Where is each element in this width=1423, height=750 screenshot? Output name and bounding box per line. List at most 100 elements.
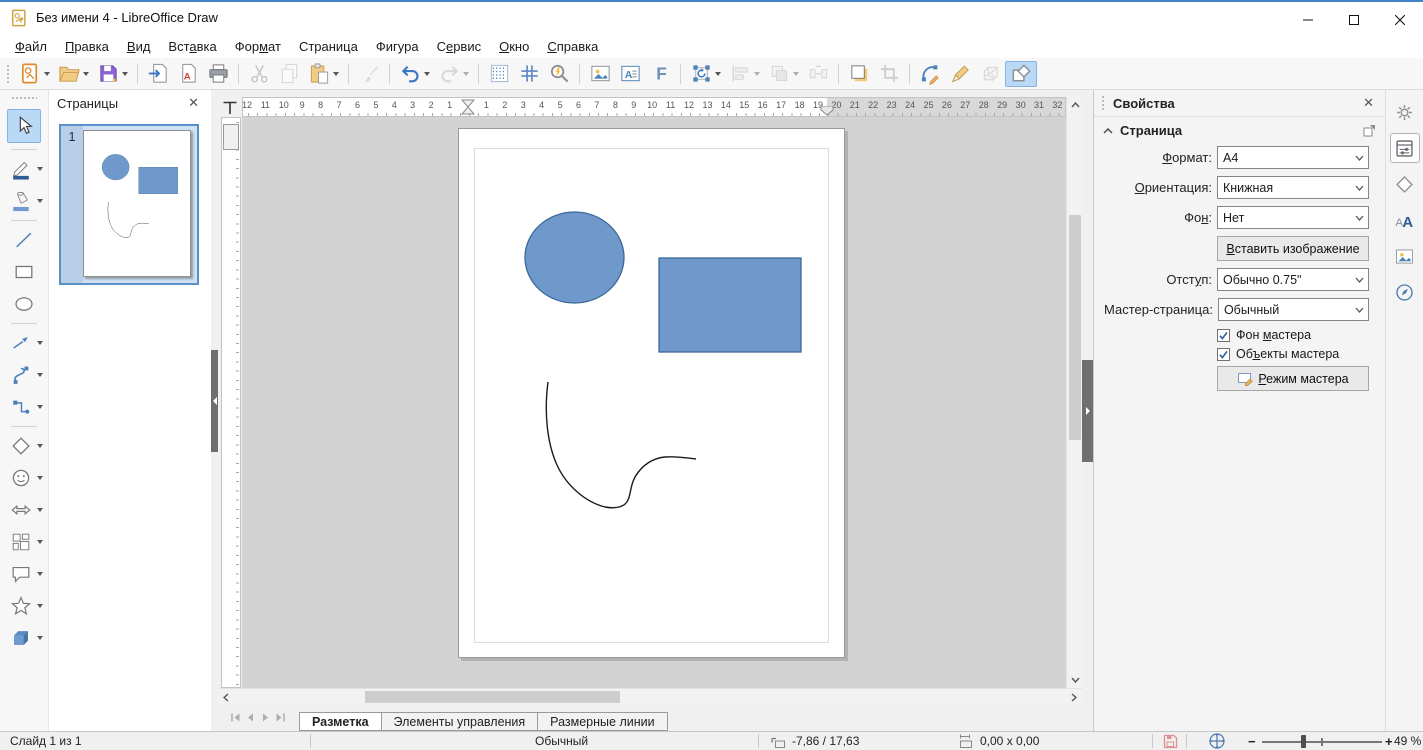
minimize-button[interactable] [1285,4,1331,35]
close-button[interactable] [1377,4,1423,35]
maximize-button[interactable] [1331,4,1377,35]
sidebar-grip[interactable] [1101,95,1106,111]
dropdown-arrow-icon[interactable] [37,636,43,640]
layer-tab-layout[interactable]: Разметка [299,712,382,731]
menu-format[interactable]: Формат [226,36,290,57]
edit-points-button[interactable] [915,61,945,87]
horizontal-scroll-thumb[interactable] [365,691,620,703]
sidebar-close-icon[interactable]: ✕ [1359,93,1378,113]
ellipse-tool[interactable] [0,289,48,319]
export-button[interactable] [143,61,173,87]
dropdown-arrow-icon[interactable] [37,572,43,576]
dropdown-arrow-icon[interactable] [37,341,43,345]
insert-image-button[interactable]: Вставить изображение [1217,236,1369,261]
scroll-down-icon[interactable] [1067,672,1083,688]
insert-line-tool[interactable] [0,225,48,255]
more-options-icon[interactable] [1363,124,1376,137]
page-thumbnail[interactable]: 1 [59,124,199,285]
dropdown-arrow-icon[interactable] [37,199,43,203]
insert-text-box-button[interactable]: A [615,61,645,87]
connectors-tool[interactable] [0,392,48,422]
menu-view[interactable]: Вид [118,36,160,57]
drawing-canvas[interactable] [242,117,1066,688]
print-button[interactable] [203,61,233,87]
transformations-button[interactable] [686,61,725,87]
horizontal-scrollbar[interactable] [218,688,1082,704]
fit-slide-icon[interactable] [1208,732,1226,750]
dropdown-arrow-icon[interactable] [715,72,721,76]
layer-tab-controls[interactable]: Элементы управления [381,712,539,731]
vertical-ruler[interactable] [221,117,241,688]
sidebar-splitter[interactable] [1082,90,1093,731]
block-arrows-tool[interactable] [0,495,48,525]
scroll-up-icon[interactable] [1067,97,1083,113]
chevron-down-icon[interactable] [1350,207,1368,228]
shadow-button[interactable] [844,61,874,87]
sidebar-tab-character[interactable]: AA [1390,205,1420,235]
document-page[interactable] [458,128,845,658]
insert-image-button[interactable] [585,61,615,87]
menu-file[interactable]: Файл [6,36,56,57]
format-combobox[interactable]: A4 [1217,146,1369,169]
show-draw-functions-button[interactable] [1005,61,1037,87]
lines-and-arrows-tool[interactable] [0,328,48,358]
menu-help[interactable]: Справка [538,36,607,57]
chevron-down-icon[interactable] [1350,177,1368,198]
dropdown-arrow-icon[interactable] [37,373,43,377]
curves-and-polygons-tool[interactable] [0,360,48,390]
dropdown-arrow-icon[interactable] [424,72,430,76]
menu-shape[interactable]: Фигура [367,36,428,57]
dropdown-arrow-icon[interactable] [463,72,469,76]
menu-edit[interactable]: Правка [56,36,118,57]
dropdown-arrow-icon[interactable] [37,167,43,171]
background-combobox[interactable]: Нет [1217,206,1369,229]
new-button[interactable] [15,61,54,87]
symbol-shapes-tool[interactable] [0,463,48,493]
save-button[interactable] [93,61,132,87]
dropdown-arrow-icon[interactable] [44,72,50,76]
zoom-slider-thumb[interactable] [1301,735,1306,748]
sidebar-tab-gallery[interactable] [1390,241,1420,271]
show-gluepoints-button[interactable] [945,61,975,87]
export-pdf-button[interactable]: A [173,61,203,87]
dropdown-arrow-icon[interactable] [122,72,128,76]
menu-page[interactable]: Страница [290,36,367,57]
flowchart-tool[interactable] [0,527,48,557]
drawing-toolbar-grip[interactable] [11,96,37,101]
select-tool[interactable] [0,107,48,145]
page-section-header[interactable]: Страница [1094,117,1385,144]
zoom-button[interactable] [544,61,574,87]
scroll-left-icon[interactable] [218,689,234,705]
dropdown-arrow-icon[interactable] [37,604,43,608]
dropdown-arrow-icon[interactable] [37,444,43,448]
master-mode-button[interactable]: Режим мастера [1217,366,1369,391]
chevron-down-icon[interactable] [1350,147,1368,168]
paste-button[interactable] [304,61,343,87]
basic-shapes-tool[interactable] [0,431,48,461]
horizontal-ruler[interactable]: 1211109876543211234567891011121314151617… [242,97,1066,117]
rectangle-tool[interactable] [0,257,48,287]
chevron-down-icon[interactable] [1350,269,1368,290]
margin-combobox[interactable]: Обычно 0.75" [1217,268,1369,291]
zoom-out-button[interactable]: − [1248,732,1256,750]
sidebar-tab-properties[interactable] [1390,133,1420,163]
left-panel-splitter[interactable] [211,90,218,731]
dropdown-arrow-icon[interactable] [793,72,799,76]
zoom-in-button[interactable]: + [1385,732,1393,750]
menu-window[interactable]: Окно [490,36,538,57]
unsaved-changes-icon[interactable] [1162,732,1178,750]
layer-tab-measure-lines[interactable]: Размерные линии [537,712,667,731]
menu-tools[interactable]: Сервис [428,36,491,57]
callouts-tool[interactable] [0,559,48,589]
sidebar-tab-navigator[interactable] [1390,277,1420,307]
zoom-level-status[interactable]: 49 % [1394,732,1421,750]
undo-button[interactable] [395,61,434,87]
vertical-scroll-thumb[interactable] [1069,215,1081,440]
master-objects-checkbox[interactable] [1217,348,1230,361]
master-slide-combobox[interactable]: Обычный [1218,298,1369,321]
snap-guides-button[interactable] [514,61,544,87]
toolbar-grip[interactable] [6,64,11,84]
dropdown-arrow-icon[interactable] [37,508,43,512]
display-grid-button[interactable] [484,61,514,87]
stars-tool[interactable] [0,591,48,621]
